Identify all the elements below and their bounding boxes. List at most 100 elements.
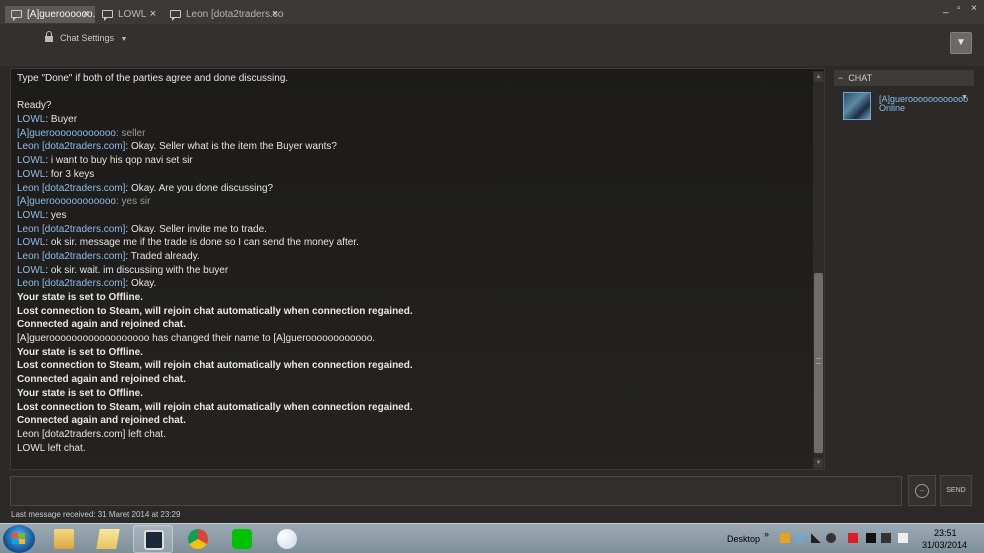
- volume-icon[interactable]: [898, 533, 908, 543]
- chat-sender-name[interactable]: Leon [dota2traders.com]: [17, 278, 125, 289]
- chat-log-scrollbar[interactable]: ▲ ▼: [813, 71, 824, 469]
- chat-bubble-icon: [170, 10, 181, 21]
- tray-app-icon[interactable]: [866, 533, 876, 543]
- clock-time[interactable]: 23:51: [934, 528, 957, 538]
- scrollbar-thumb[interactable]: [814, 273, 823, 453]
- emoticon-button[interactable]: –: [908, 475, 936, 506]
- scroll-down-arrow-icon[interactable]: ▼: [814, 458, 823, 468]
- chevron-down-icon[interactable]: ▼: [961, 94, 968, 101]
- chat-sender-name[interactable]: LOWL: [17, 210, 45, 221]
- tab-label: LOWL: [118, 9, 147, 20]
- close-icon[interactable]: ×: [81, 6, 91, 23]
- start-button[interactable]: [3, 525, 35, 553]
- close-window-icon[interactable]: ×: [971, 3, 977, 14]
- chat-line: Leon [dota2traders.com]: Okay.: [17, 277, 807, 291]
- chat-sender-name[interactable]: LOWL: [17, 265, 45, 276]
- chat-message-text: : Buyer: [45, 114, 78, 126]
- send-button[interactable]: SEND: [940, 475, 972, 506]
- tray-app-icon[interactable]: [881, 533, 891, 543]
- chat-line: Your state is set to Offline.: [17, 346, 143, 358]
- avatar: [843, 92, 871, 120]
- chat-member-status: Online: [879, 103, 906, 113]
- chat-line: Lost connection to Steam, will rejoin ch…: [17, 360, 413, 372]
- chat-log-lines: Type "Done" if both of the parties agree…: [17, 72, 807, 455]
- chat-sender-name[interactable]: Leon [dota2traders.com]: [17, 183, 125, 194]
- chat-bubble-icon: [11, 10, 22, 21]
- chat-line: Leon [dota2traders.com]: Okay. Seller wh…: [17, 140, 807, 154]
- tab-chat-aguero[interactable]: [A]gueroooooo... ×: [5, 6, 95, 23]
- chat-header: Chat Settings ▼: [0, 24, 984, 66]
- close-icon[interactable]: ×: [270, 6, 280, 23]
- taskbar-chrome[interactable]: [178, 525, 218, 553]
- chat-line: Leon [dota2traders.com]: Okay. Are you d…: [17, 182, 807, 196]
- smiley-icon: –: [915, 484, 929, 498]
- chat-line: Your state is set to Offline.: [17, 292, 143, 303]
- chat-sender-name[interactable]: Leon [dota2traders.com]: [17, 141, 125, 152]
- chat-message-text: : Okay. Seller invite me to trade.: [125, 223, 267, 235]
- window-menu-dropdown-button[interactable]: ▼: [950, 32, 972, 54]
- chat-sender-name[interactable]: LOWL: [17, 237, 45, 248]
- chat-sender-name[interactable]: LOWL: [17, 169, 45, 180]
- close-icon[interactable]: ×: [148, 6, 158, 23]
- chat-settings-label: Chat Settings: [60, 33, 115, 43]
- chat-settings-button[interactable]: Chat Settings ▼: [45, 31, 128, 43]
- chat-sender-name[interactable]: [A]gueroooooooooooo: [17, 128, 116, 139]
- chat-line: LOWL: ok sir. message me if the trade is…: [17, 236, 807, 250]
- taskbar-folder[interactable]: [88, 525, 128, 553]
- chat-message-text: : for 3 keys: [45, 168, 95, 180]
- network-signal-icon[interactable]: [811, 533, 821, 543]
- chat-line: LOWL: Buyer: [17, 113, 807, 127]
- windows-taskbar: Desktop » 23:51 31/03/2014: [0, 523, 984, 553]
- scroll-up-arrow-icon[interactable]: ▲: [814, 72, 823, 82]
- chat-line: LOWL: i want to buy his qop navi set sir: [17, 154, 807, 168]
- tab-chat-leon[interactable]: Leon [dota2traders.com] ×: [164, 6, 284, 23]
- chat-members-panel: − CHAT [A]gueroooooooooooo Online ▼: [834, 70, 974, 470]
- tab-bar: [A]gueroooooo... × LOWL × Leon [dota2tra…: [0, 0, 984, 24]
- chat-bubble-icon: [102, 10, 113, 21]
- chat-line: Lost connection to Steam, will rejoin ch…: [17, 401, 413, 413]
- chat-line: [A]gueroooooooooooooooooo has changed th…: [17, 333, 376, 345]
- chat-message-text: : i want to buy his qop navi set sir: [45, 155, 193, 167]
- chat-line: Your state is set to Offline.: [17, 387, 143, 399]
- taskbar-paint[interactable]: [267, 525, 307, 553]
- chat-line: Connected again and rejoined chat.: [17, 374, 186, 386]
- paint-icon: [277, 529, 297, 549]
- chat-message-text: : Okay. Seller what is the item the Buye…: [125, 141, 337, 153]
- chat-sender-name[interactable]: LOWL: [17, 155, 45, 166]
- clock-date[interactable]: 31/03/2014: [922, 540, 967, 550]
- collapse-icon[interactable]: −: [838, 73, 843, 83]
- chat-members-header[interactable]: − CHAT: [834, 70, 974, 86]
- chat-sender-name[interactable]: Leon [dota2traders.com]: [17, 251, 125, 262]
- chat-log: Type "Done" if both of the parties agree…: [10, 68, 825, 470]
- chat-sender-name[interactable]: [A]gueroooooooooooo: [17, 196, 116, 207]
- chat-line: Ready?: [17, 100, 52, 112]
- tray-expand-icon[interactable]: »: [764, 529, 769, 539]
- chat-member-item[interactable]: [A]gueroooooooooooo Online ▼: [834, 91, 974, 125]
- folder-icon: [96, 529, 120, 549]
- chat-message-text: : yes: [45, 209, 67, 221]
- tray-app-icon[interactable]: [780, 533, 790, 543]
- chat-line: Leon [dota2traders.com]: Traded already.: [17, 250, 807, 264]
- message-input[interactable]: [10, 476, 902, 506]
- tray-app-icon[interactable]: [795, 533, 805, 543]
- taskbar-file-explorer[interactable]: [44, 525, 84, 553]
- chat-message-text: : yes sir: [115, 196, 151, 208]
- chat-line: Type "Done" if both of the parties agree…: [17, 73, 289, 84]
- chat-line: Leon [dota2traders.com] left chat.: [17, 428, 166, 440]
- tray-app-icon[interactable]: [848, 533, 858, 543]
- tab-chat-lowl[interactable]: LOWL ×: [96, 6, 162, 23]
- chat-sender-name[interactable]: Leon [dota2traders.com]: [17, 224, 125, 235]
- file-explorer-icon: [54, 529, 74, 549]
- taskbar-line[interactable]: [222, 525, 262, 553]
- line-icon: [232, 529, 252, 549]
- tray-app-icon[interactable]: [826, 533, 836, 543]
- chevron-down-icon: ▼: [120, 36, 128, 43]
- taskbar-steam[interactable]: [133, 525, 173, 553]
- chat-message-text: : seller: [115, 127, 146, 139]
- chat-line: [17, 86, 807, 100]
- chrome-icon: [188, 529, 208, 549]
- chat-sender-name[interactable]: LOWL: [17, 114, 45, 125]
- maximize-icon[interactable]: ▫: [957, 3, 961, 14]
- minimize-icon[interactable]: _: [943, 3, 949, 14]
- desktop-toolbar-label[interactable]: Desktop: [727, 534, 760, 544]
